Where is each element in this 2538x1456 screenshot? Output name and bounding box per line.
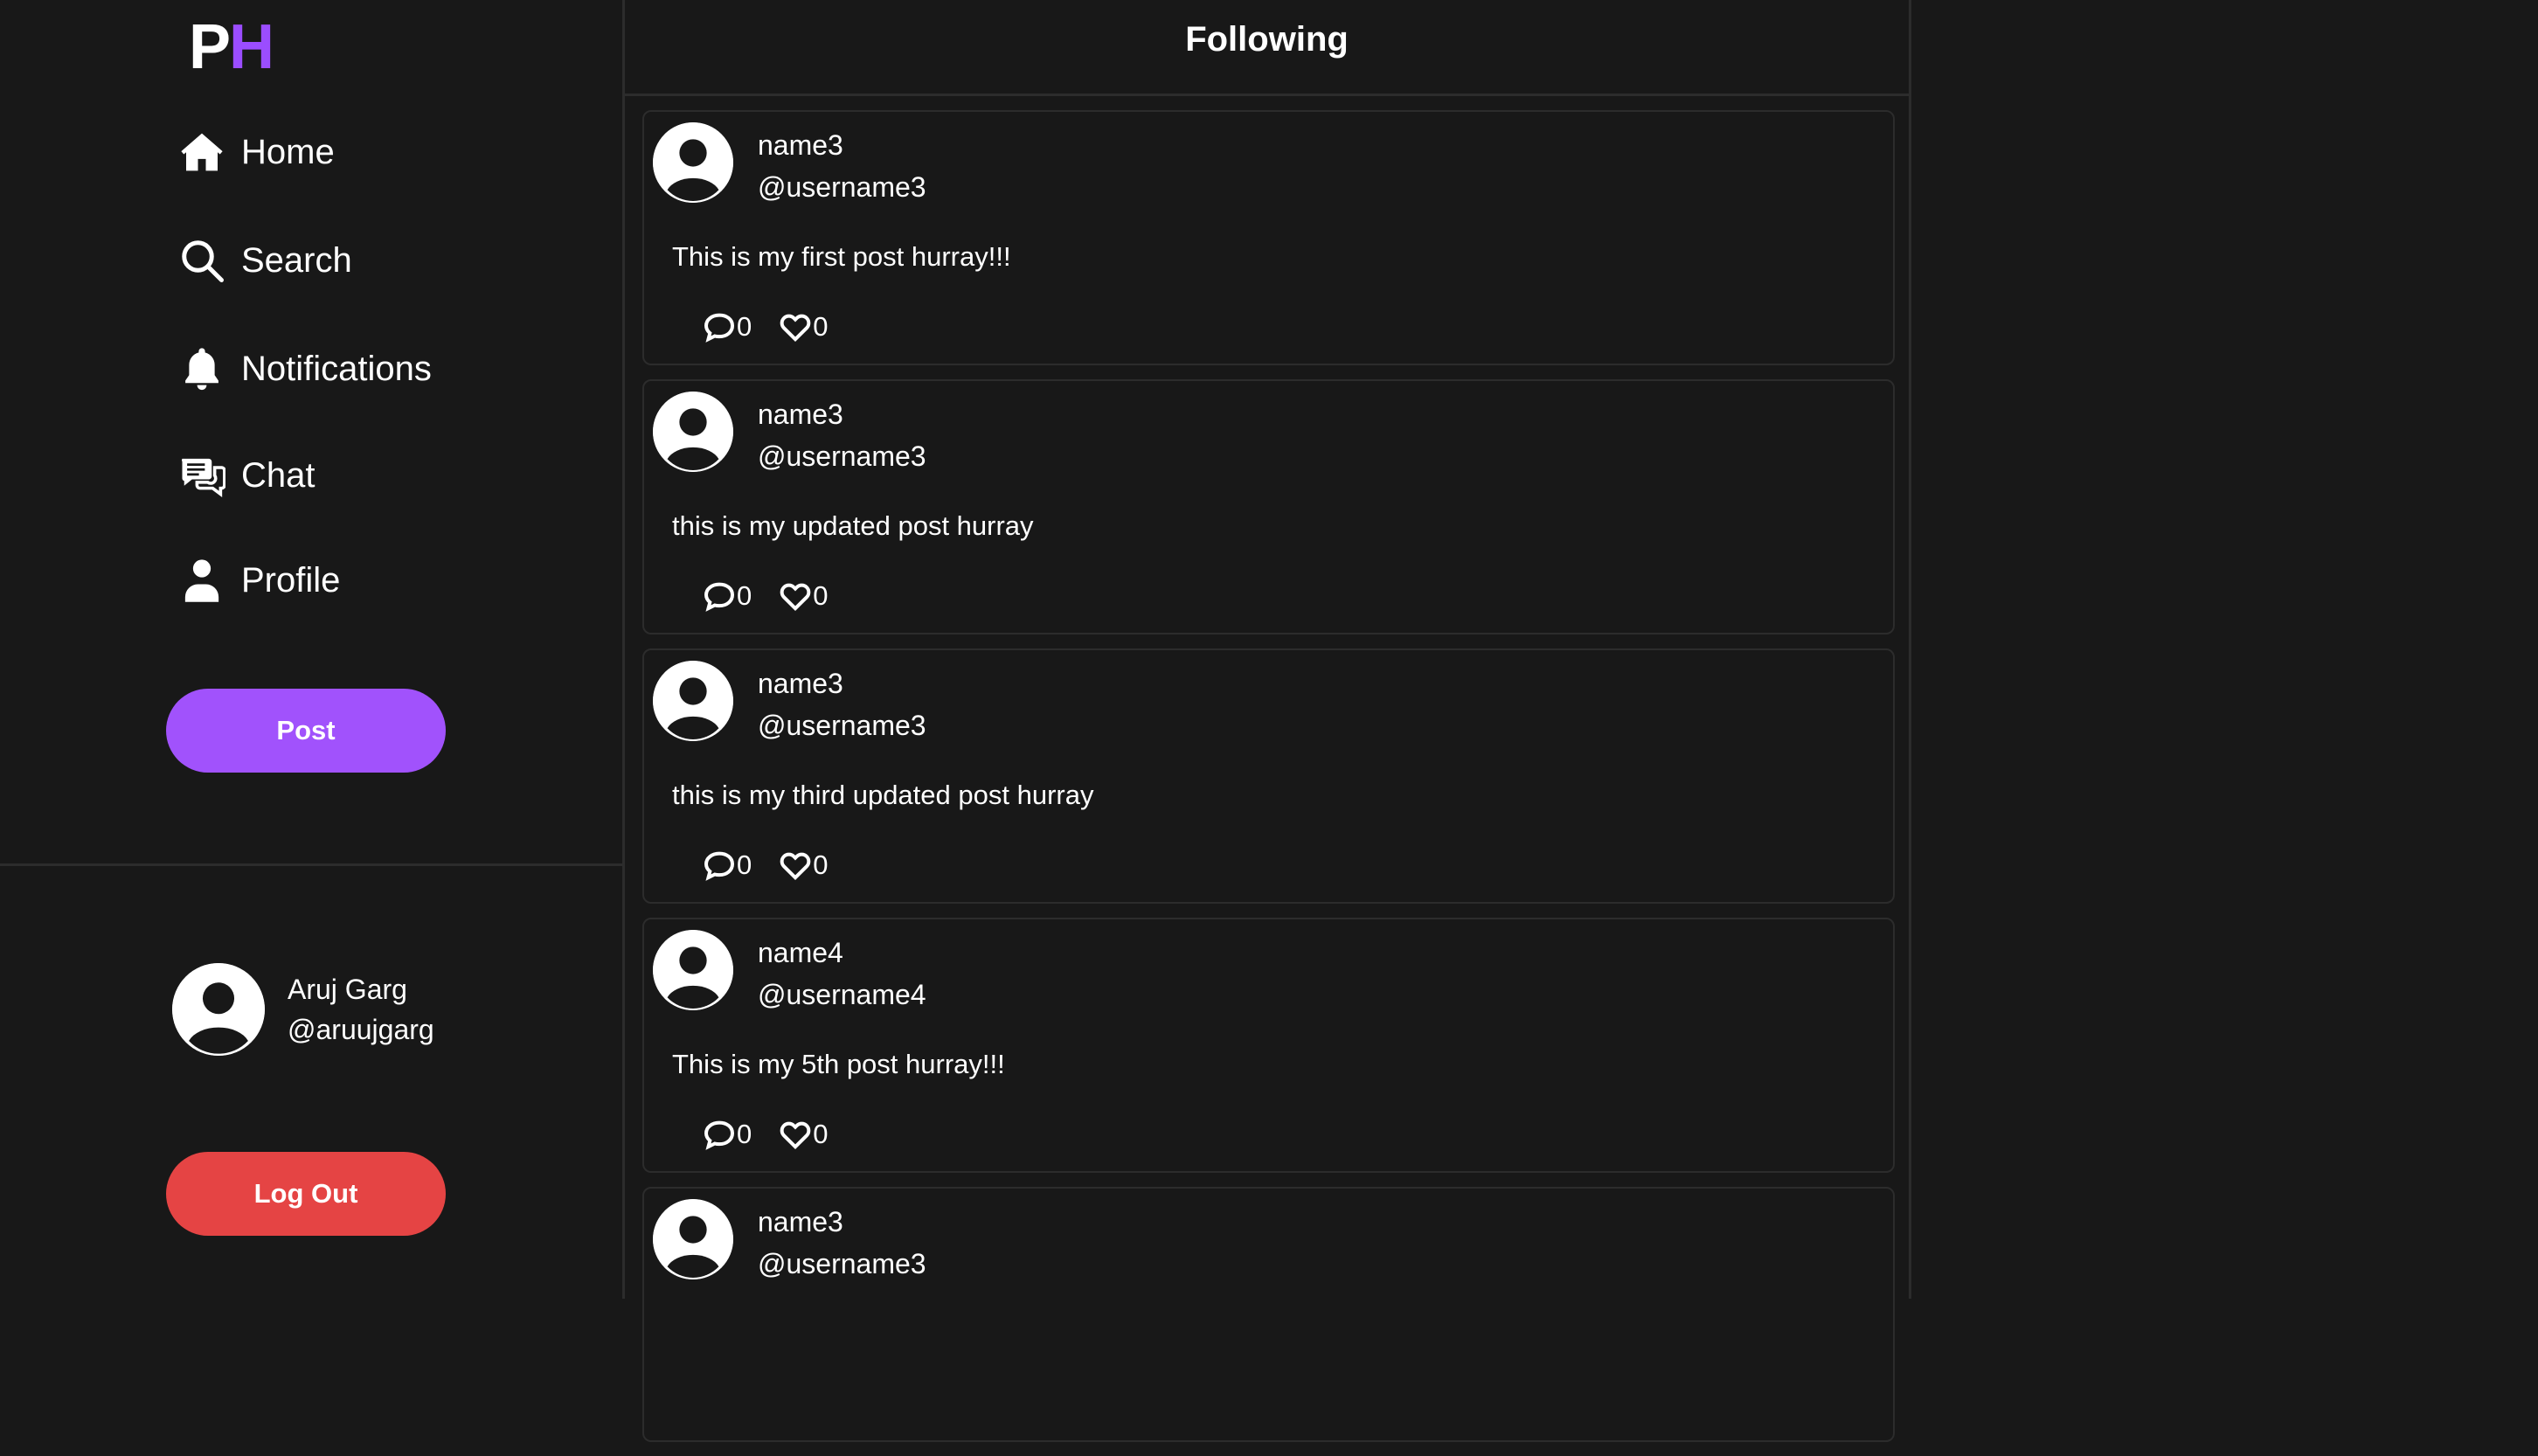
avatar[interactable] — [653, 1199, 733, 1279]
post-card[interactable]: name3 @username3 — [642, 1187, 1895, 1442]
post-text: this is my third updated post hurray — [672, 780, 1094, 810]
post-button[interactable]: Post — [166, 689, 446, 773]
like-button[interactable]: 0 — [778, 848, 829, 883]
comment-button[interactable]: 0 — [702, 848, 752, 883]
logo-letter-p: P — [189, 12, 231, 82]
nav-item-search[interactable]: Search — [175, 230, 352, 291]
post-author-name[interactable]: name3 — [758, 399, 843, 431]
like-count: 0 — [813, 1119, 829, 1149]
like-button[interactable]: 0 — [778, 309, 829, 344]
post-list: name3 @username3 This is my first post h… — [642, 110, 1895, 1456]
nav-label-search: Search — [241, 240, 352, 280]
feed-header: Following — [625, 0, 1909, 96]
post-author-name[interactable]: name4 — [758, 937, 843, 969]
post-card[interactable]: name4 @username4 This is my 5th post hur… — [642, 918, 1895, 1173]
post-author-handle[interactable]: @username4 — [758, 979, 926, 1011]
nav-item-home[interactable]: Home — [175, 121, 335, 183]
post-card[interactable]: name3 @username3 this is my third update… — [642, 648, 1895, 904]
like-button[interactable]: 0 — [778, 1117, 829, 1152]
comment-count: 0 — [737, 311, 752, 342]
comment-button[interactable]: 0 — [702, 1117, 752, 1152]
user-avatar-icon — [653, 122, 733, 203]
post-author-name[interactable]: name3 — [758, 1206, 843, 1238]
heart-icon — [780, 314, 811, 342]
nav-item-notifications[interactable]: Notifications — [175, 338, 432, 399]
nav-label-profile: Profile — [241, 560, 341, 600]
post-author-handle[interactable]: @username3 — [758, 710, 926, 742]
user-avatar-icon — [653, 1199, 733, 1279]
current-user-name: Aruj Garg — [288, 974, 407, 1005]
post-author-handle[interactable]: @username3 — [758, 171, 926, 204]
logo-letter-h: H — [229, 12, 274, 82]
nav-item-chat[interactable]: Chat — [175, 445, 316, 506]
post-author-name[interactable]: name3 — [758, 668, 843, 700]
app-logo[interactable]: PH — [189, 16, 274, 79]
avatar[interactable] — [653, 930, 733, 1010]
avatar[interactable] — [653, 661, 733, 741]
nav-label-chat: Chat — [241, 455, 316, 495]
logout-button[interactable]: Log Out — [166, 1152, 446, 1236]
sidebar: PH Home Search Notifications Chat Profil… — [0, 0, 625, 1299]
user-meta: Aruj Garg @aruujgarg — [288, 969, 434, 1050]
post-text: this is my updated post hurray — [672, 510, 1034, 541]
post-text: This is my first post hurray!!! — [672, 241, 1011, 272]
like-count: 0 — [813, 849, 829, 880]
post-actions: 0 0 — [702, 1117, 855, 1152]
comment-button[interactable]: 0 — [702, 309, 752, 344]
post-author-name[interactable]: name3 — [758, 129, 843, 162]
comment-count: 0 — [737, 849, 752, 880]
avatar[interactable] — [653, 392, 733, 472]
page-title: Following — [1185, 20, 1349, 59]
comment-icon — [704, 851, 735, 881]
like-count: 0 — [813, 311, 829, 342]
nav-label-home: Home — [241, 132, 335, 171]
comment-icon — [704, 1120, 735, 1150]
user-avatar-icon — [172, 963, 265, 1056]
post-card[interactable]: name3 @username3 This is my first post h… — [642, 110, 1895, 365]
user-avatar-icon — [653, 930, 733, 1010]
post-author-handle[interactable]: @username3 — [758, 1248, 926, 1280]
avatar[interactable] — [653, 122, 733, 203]
heart-icon — [780, 1121, 811, 1149]
post-card[interactable]: name3 @username3 this is my updated post… — [642, 379, 1895, 634]
current-user-handle: @aruujgarg — [288, 1014, 434, 1045]
like-count: 0 — [813, 580, 829, 611]
search-icon — [175, 233, 229, 288]
comment-count: 0 — [737, 1119, 752, 1149]
home-icon — [175, 125, 229, 179]
post-text: This is my 5th post hurray!!! — [672, 1049, 1005, 1079]
post-author-handle[interactable]: @username3 — [758, 440, 926, 473]
post-actions: 0 0 — [702, 579, 855, 614]
bell-icon — [175, 342, 229, 396]
heart-icon — [780, 852, 811, 880]
main-feed: Following name3 @username3 This is my fi… — [625, 0, 1911, 1442]
like-button[interactable]: 0 — [778, 579, 829, 614]
sidebar-divider — [0, 863, 625, 866]
heart-icon — [780, 583, 811, 611]
post-actions: 0 0 — [702, 848, 855, 883]
nav-label-notifications: Notifications — [241, 349, 432, 388]
user-avatar-icon — [653, 661, 733, 741]
comment-button[interactable]: 0 — [702, 579, 752, 614]
user-avatar-icon — [653, 392, 733, 472]
post-actions: 0 0 — [702, 309, 855, 344]
nav-item-profile[interactable]: Profile — [175, 550, 340, 611]
chat-icon — [175, 448, 229, 503]
comment-count: 0 — [737, 580, 752, 611]
user-icon — [175, 553, 229, 607]
comment-icon — [704, 582, 735, 612]
avatar — [172, 963, 265, 1056]
current-user-card[interactable]: Aruj Garg @aruujgarg — [172, 963, 434, 1056]
comment-icon — [704, 313, 735, 343]
